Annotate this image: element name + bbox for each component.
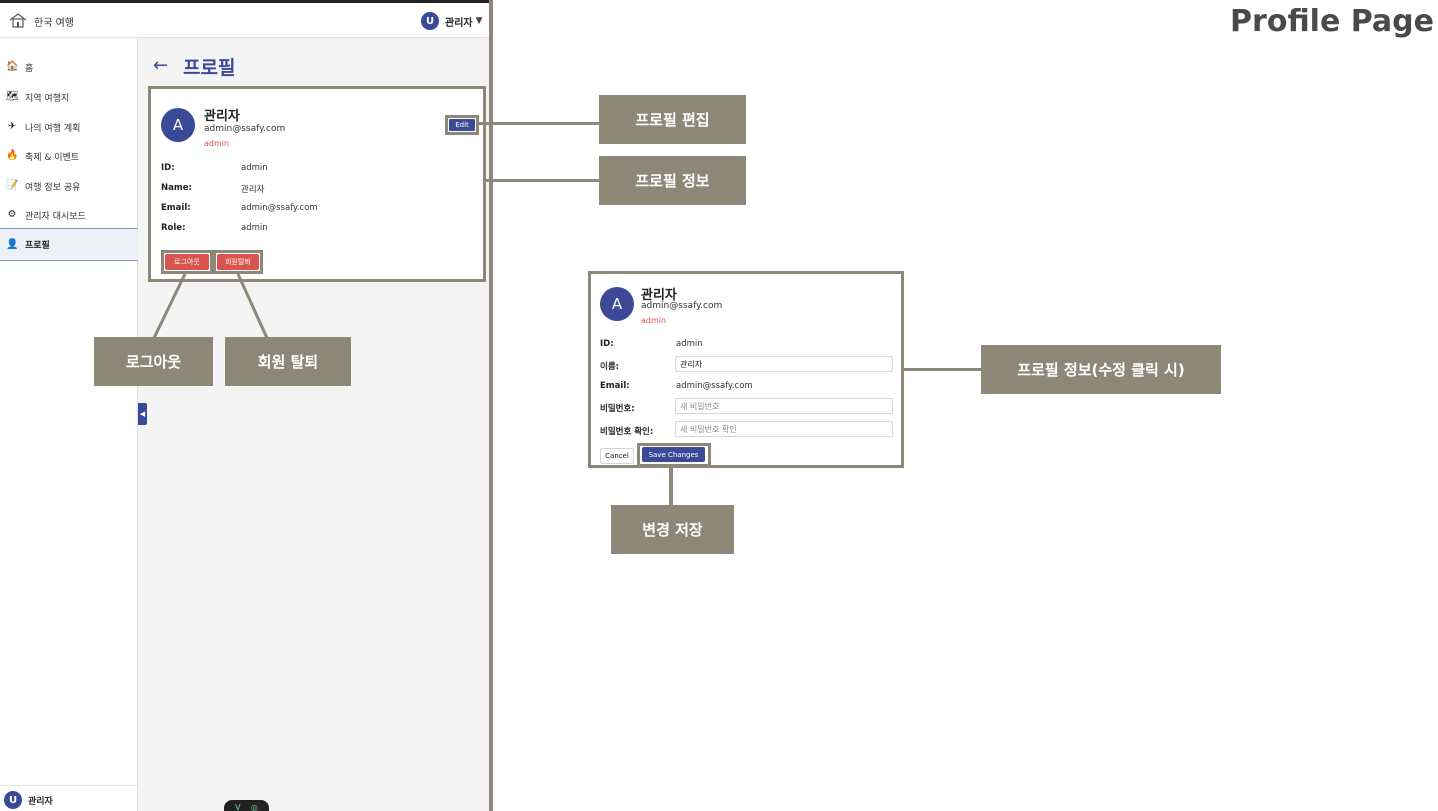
back-arrow-icon[interactable]: ← (153, 55, 168, 76)
user-menu[interactable]: U 관리자 ▼ (421, 12, 483, 30)
cancel-button[interactable]: Cancel (600, 448, 634, 464)
field-label: Email: (161, 203, 191, 213)
sidebar: 🏠 홈 🗺 지역 여행지 ✈ 나의 여행 계획 🔥 축제 & 이벤트 📝 여행 … (0, 39, 138, 811)
target-icon: ◎ (250, 802, 258, 811)
save-button[interactable]: Save Changes (642, 447, 705, 462)
field-label: 비밀번호 확인: (600, 427, 654, 437)
avatar: A (161, 108, 195, 142)
profile-email: admin@ssafy.com (204, 124, 286, 134)
user-name: 관리자 (28, 796, 53, 807)
profile-role: admin (641, 316, 667, 325)
sidebar-item-regions[interactable]: 🗺 지역 여행지 (0, 82, 138, 112)
devtools-toggle[interactable]: V ◎ (224, 800, 269, 811)
avatar: U (421, 12, 439, 30)
field-value: admin (241, 163, 268, 173)
edit-button[interactable]: Edit (449, 119, 475, 131)
plane-icon: ✈ (7, 121, 17, 132)
connector-line (669, 466, 673, 506)
avatar: A (600, 287, 634, 321)
callout-profile-info-edit: 프로필 정보(수정 클릭 시) (981, 345, 1221, 394)
gear-icon: ⚙ (7, 209, 17, 220)
sidebar-item-profile[interactable]: 👤 프로필 (0, 228, 138, 261)
connector-line (478, 122, 599, 125)
password-input[interactable] (675, 398, 893, 414)
password-confirm-input[interactable] (675, 421, 893, 437)
logout-button[interactable]: 로그아웃 (165, 254, 209, 270)
field-value: 관리자 (241, 185, 265, 195)
sidebar-footer[interactable]: U 관리자 (0, 785, 138, 811)
sidebar-item-admin[interactable]: ⚙ 관리자 대시보드 (0, 200, 138, 230)
field-value: admin@ssafy.com (241, 203, 318, 213)
profile-card: A 관리자 admin@ssafy.com admin Edit ID: adm… (148, 86, 486, 282)
sidebar-item-my-plans[interactable]: ✈ 나의 여행 계획 (0, 112, 138, 142)
callout-save-changes: 변경 저장 (611, 505, 734, 554)
sidebar-item-label: 여행 정보 공유 (25, 182, 81, 193)
connector-lines (152, 273, 269, 339)
logo-icon[interactable] (9, 12, 27, 28)
user-name: 관리자 (445, 17, 473, 29)
field-value: admin (241, 223, 268, 233)
profile-role: admin (204, 139, 230, 148)
callout-edit-profile: 프로필 편집 (599, 95, 746, 144)
field-value: admin (676, 339, 703, 349)
avatar: U (4, 791, 22, 809)
map-icon: 🗺 (6, 91, 19, 102)
memo-icon: 📝 (6, 180, 19, 191)
page-heading: Profile Page (1230, 4, 1434, 39)
sidebar-item-label: 지역 여행지 (25, 93, 70, 104)
field-label: 이름: (600, 362, 620, 372)
connector-line (486, 179, 599, 182)
field-label: Email: (600, 381, 630, 391)
withdraw-button[interactable]: 회원탈퇴 (217, 254, 259, 270)
vue-icon: V (235, 802, 241, 811)
caret-down-icon: ▼ (475, 16, 483, 26)
sidebar-item-label: 나의 여행 계획 (25, 123, 81, 134)
sidebar-item-label: 홈 (25, 63, 34, 74)
sidebar-item-festivals[interactable]: 🔥 축제 & 이벤트 (0, 141, 138, 171)
callout-logout: 로그아웃 (94, 337, 213, 386)
sidebar-item-label: 관리자 대시보드 (25, 211, 86, 222)
sidebar-item-label: 프로필 (25, 241, 50, 251)
field-value: admin@ssafy.com (676, 381, 753, 391)
sidebar-collapse-handle[interactable]: ◀ (138, 403, 147, 425)
profile-edit-card: A 관리자 admin@ssafy.com admin ID: admin 이름… (588, 271, 904, 468)
edit-button-highlight: Edit (445, 115, 479, 135)
app-title[interactable]: 한국 여행 (34, 14, 74, 29)
sidebar-item-home[interactable]: 🏠 홈 (0, 52, 138, 82)
field-label: 비밀번호: (600, 404, 635, 414)
field-label: ID: (161, 163, 175, 173)
connector-line (904, 368, 981, 371)
name-input[interactable] (675, 356, 893, 372)
sidebar-item-share[interactable]: 📝 여행 정보 공유 (0, 171, 138, 201)
home-icon: 🏠 (6, 61, 19, 72)
callout-profile-info: 프로필 정보 (599, 156, 746, 205)
app-window: 한국 여행 U 관리자 ▼ 🏠 홈 🗺 지역 여행지 ✈ 나의 여행 계획 🔥 … (0, 0, 493, 811)
person-icon: 👤 (6, 238, 19, 250)
save-button-highlight: Save Changes (637, 443, 711, 467)
callout-withdraw: 회원 탈퇴 (225, 337, 351, 386)
field-label: ID: (600, 339, 614, 349)
field-label: Role: (161, 223, 186, 233)
fire-icon: 🔥 (6, 150, 19, 161)
profile-email: admin@ssafy.com (641, 301, 723, 311)
profile-name: 관리자 (204, 109, 240, 124)
top-bar: 한국 여행 U 관리자 ▼ (0, 3, 489, 38)
sidebar-item-label: 축제 & 이벤트 (25, 152, 80, 163)
field-label: Name: (161, 183, 192, 193)
page-title: 프로필 (183, 57, 236, 79)
